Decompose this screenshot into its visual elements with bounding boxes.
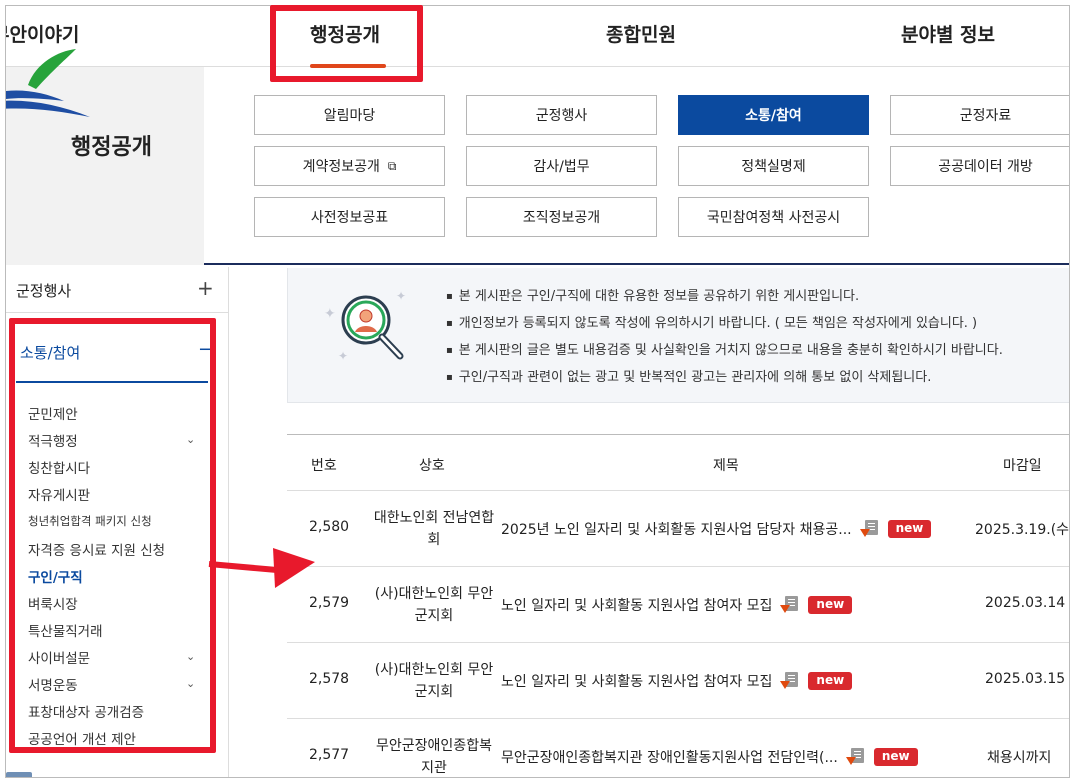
btn-notice-board[interactable]: 알림마당: [254, 95, 445, 135]
btn-audit-legal[interactable]: 감사/법무: [466, 146, 657, 186]
col-header-subject: 제목: [713, 458, 739, 474]
sub-item-active-admin[interactable]: 적극행정: [28, 430, 78, 450]
btn-org-info[interactable]: 조직정보공개: [466, 197, 657, 237]
plus-icon[interactable]: +: [197, 276, 214, 300]
page-frame: 무안이야기 행정공개 종합민원 분야별 정보 행정공개 알림마당 군정행사 소통…: [5, 5, 1070, 778]
row-number: 2,580: [309, 519, 350, 535]
notice-list: 본 게시판은 구인/구직에 대한 유용한 정보를 공유하기 위한 게시판입니다.…: [446, 284, 1003, 392]
sub-item-flea-market[interactable]: 벼룩시장: [28, 593, 78, 613]
row-company: (사)대한노인회 무안군지회: [374, 586, 494, 624]
sub-item-youth-package[interactable]: 청년취업합격 패키지 신청: [28, 513, 152, 529]
row-company: 무안군장애인종합복지관: [376, 738, 492, 776]
sidebar-item-label: 군정행사: [16, 282, 72, 300]
sidebar-bottom-tab[interactable]: [6, 772, 32, 777]
svg-text:✦: ✦: [396, 289, 406, 303]
sub-item-citizen-proposal[interactable]: 군민제안: [28, 403, 78, 423]
row-deadline: 2025.03.14: [985, 595, 1066, 611]
btn-communication[interactable]: 소통/참여: [678, 95, 869, 135]
svg-text:✦: ✦: [338, 349, 348, 363]
btn-county-data[interactable]: 군정자료: [890, 95, 1069, 135]
sub-item-signature[interactable]: 서명운동: [28, 674, 78, 694]
notice-line: 본 게시판은 구인/구직에 대한 유용한 정보를 공유하기 위한 게시판입니다.: [446, 284, 1003, 311]
board-notice: ✦ ✦ ✦ 본 게시판은 구인/구직에 대한 유용한 정보를 공유하기 위한 게…: [287, 268, 1069, 403]
section-header: 행정공개 알림마당 군정행사 소통/참여 군정자료 계약정보공개 ⧉ 감사/법무 …: [6, 49, 1069, 265]
row-subject-link[interactable]: 2025년 노인 일자리 및 사회활동 지원사업 담당자 채용공... new: [501, 519, 932, 539]
top-navigation: 무안이야기 행정공개 종합민원 분야별 정보: [6, 6, 1069, 68]
chevron-down-icon[interactable]: ⌄: [186, 433, 195, 446]
btn-contract-info[interactable]: 계약정보공개 ⧉: [254, 146, 445, 186]
row-deadline: 2025.3.19.(수): [975, 522, 1070, 538]
search-person-icon: ✦ ✦ ✦: [324, 289, 406, 363]
row-number: 2,577: [309, 747, 350, 763]
nav-item-civil-service[interactable]: 종합민원: [606, 20, 676, 47]
table-header: 번호 상호 제목 마감일: [287, 434, 1069, 491]
file-download-icon[interactable]: [780, 596, 800, 614]
table-row[interactable]: 2,578 (사)대한노인회 무안군지회 노인 일자리 및 사회활동 지원사업 …: [287, 643, 1069, 719]
col-header-company: 상호: [419, 458, 445, 474]
sub-item-job-seeking[interactable]: 구인/구직: [28, 566, 83, 586]
row-subject-link[interactable]: 노인 일자리 및 사회활동 지원사업 참여자 모집 new: [501, 595, 853, 615]
row-subject-link[interactable]: 노인 일자리 및 사회활동 지원사업 참여자 모집 new: [501, 671, 853, 691]
table-row[interactable]: 2,579 (사)대한노인회 무안군지회 노인 일자리 및 사회활동 지원사업 …: [287, 567, 1069, 643]
sub-item-certificate-fee[interactable]: 자격증 응시료 지원 신청: [28, 539, 165, 559]
minus-icon[interactable]: −: [198, 339, 213, 360]
sidebar-item-county-events[interactable]: 군정행사 +: [6, 267, 229, 313]
new-badge: new: [808, 672, 853, 690]
section-title: 행정공개: [71, 135, 152, 160]
sub-item-award-verification[interactable]: 표창대상자 공개검증: [28, 701, 144, 721]
new-badge: new: [808, 596, 853, 614]
sidebar-active-label: 소통/참여: [20, 344, 81, 362]
btn-county-events[interactable]: 군정행사: [466, 95, 657, 135]
section-logo-area: 행정공개: [6, 49, 204, 265]
sub-item-praise[interactable]: 칭찬합시다: [28, 457, 90, 477]
left-sidebar: 군정행사 + 소통/참여 − 군민제안 적극행정 ⌄ 칭찬합시다 자유게시판 청…: [6, 267, 229, 777]
file-download-icon[interactable]: [859, 520, 880, 538]
btn-citizen-policy[interactable]: 국민참여정책 사전공시: [678, 197, 869, 237]
chevron-down-icon[interactable]: ⌄: [186, 650, 195, 663]
svg-text:✦: ✦: [324, 306, 336, 322]
red-arrow-icon: [208, 548, 315, 588]
nav-item-field-info[interactable]: 분야별 정보: [901, 20, 995, 47]
new-badge: new: [873, 748, 918, 766]
external-link-icon: ⧉: [387, 158, 397, 173]
file-download-icon[interactable]: [845, 748, 866, 766]
row-number: 2,578: [309, 671, 350, 687]
row-company: (사)대한노인회 무안군지회: [374, 662, 494, 700]
table-row[interactable]: 2,577 무안군장애인종합복지관 무안군장애인종합복지관 장애인활동지원사업 …: [287, 719, 1069, 777]
file-download-icon[interactable]: [780, 672, 800, 690]
btn-public-data[interactable]: 공공데이터 개방: [890, 146, 1069, 186]
row-deadline: 채용시까지: [987, 750, 1052, 766]
col-header-number: 번호: [311, 458, 337, 474]
notice-line: 구인/구직과 관련이 없는 광고 및 반복적인 광고는 관리자에 의해 통보 없…: [446, 365, 1003, 392]
btn-policy-real-name[interactable]: 정책실명제: [678, 146, 869, 186]
row-subject-link[interactable]: 무안군장애인종합복지관 장애인활동지원사업 전담인력(... new: [501, 747, 918, 767]
sub-item-public-language[interactable]: 공공언어 개선 제안: [28, 728, 136, 748]
sub-item-local-specialty[interactable]: 특산물직거래: [28, 620, 103, 640]
table-row[interactable]: 2,580 대한노인회 전남연합회 2025년 노인 일자리 및 사회활동 지원…: [287, 491, 1070, 567]
notice-line: 개인정보가 등록되지 않도록 작성에 유의하시기 바랍니다. ( 모든 책임은 …: [446, 311, 1003, 338]
col-header-deadline: 마감일: [1003, 458, 1042, 474]
sidebar-item-communication[interactable]: 소통/참여 −: [16, 327, 213, 383]
sub-item-free-board[interactable]: 자유게시판: [28, 484, 90, 504]
btn-pre-disclosure[interactable]: 사전정보공표: [254, 197, 445, 237]
nav-item-muan-story[interactable]: 무안이야기: [6, 20, 79, 47]
row-company: 대한노인회 전남연합회: [373, 510, 495, 548]
category-button-grid: 알림마당 군정행사 소통/참여 군정자료 계약정보공개 ⧉ 감사/법무 정책실명제…: [254, 95, 1069, 245]
chevron-down-icon[interactable]: ⌄: [186, 677, 195, 690]
new-badge: new: [887, 520, 932, 538]
row-number: 2,579: [309, 595, 350, 611]
row-deadline: 2025.03.15: [985, 671, 1066, 687]
nav-item-admin-disclosure[interactable]: 행정공개: [310, 20, 380, 47]
notice-line: 본 게시판의 글은 별도 내용검증 및 사실확인을 거치지 않으므로 내용을 충…: [446, 338, 1003, 365]
sub-item-cyber-survey[interactable]: 사이버설문: [28, 647, 90, 667]
